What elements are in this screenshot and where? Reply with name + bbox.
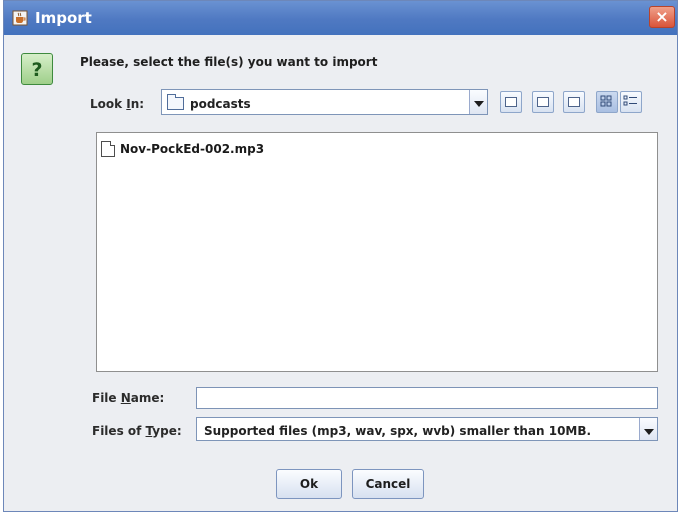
file-name-hotkey: N: [120, 391, 131, 405]
look-in-label: Look In:: [90, 97, 144, 111]
cancel-button[interactable]: Cancel: [352, 469, 424, 499]
file-type-value: Supported files (mp3, wav, spx, wvb) sma…: [204, 424, 592, 438]
look-in-label-suffix: n:: [130, 97, 145, 111]
look-in-label-prefix: Look: [90, 97, 127, 111]
file-type-label-prefix: Files of: [92, 424, 146, 438]
new-folder-button[interactable]: [563, 91, 585, 113]
folder-icon: [167, 94, 184, 110]
file-name: Nov-PockEd-002.mp3: [120, 142, 265, 156]
file-type-combo[interactable]: Supported files (mp3, wav, spx, wvb) sma…: [196, 417, 658, 441]
up-folder-button[interactable]: [500, 91, 522, 113]
home-icon: [537, 97, 549, 107]
file-icon: [101, 141, 115, 157]
look-in-combo[interactable]: podcasts: [161, 89, 488, 115]
java-cup-icon: [12, 10, 28, 26]
list-view-button[interactable]: [596, 91, 618, 113]
file-name-input[interactable]: [196, 387, 658, 409]
list-view-icon: [600, 95, 612, 107]
ok-button[interactable]: Ok: [276, 469, 342, 499]
close-button[interactable]: ×: [649, 6, 675, 28]
look-in-dropdown-arrow[interactable]: [469, 90, 487, 114]
file-name-label: File Name:: [92, 391, 164, 405]
file-type-dropdown-arrow[interactable]: [639, 418, 657, 440]
new-folder-icon: [568, 97, 580, 107]
dialog-prompt: Please, select the file(s) you want to i…: [80, 55, 378, 69]
window-title: Import: [35, 9, 92, 27]
up-folder-icon: [505, 97, 517, 107]
home-button[interactable]: [532, 91, 554, 113]
import-dialog: Import × ? Please, select the file(s) yo…: [3, 0, 678, 512]
title-bar: Import ×: [4, 1, 677, 35]
file-list[interactable]: Nov-PockEd-002.mp3: [96, 132, 658, 372]
file-name-label-suffix: ame:: [130, 391, 165, 405]
file-name-label-prefix: File: [92, 391, 121, 405]
file-item[interactable]: Nov-PockEd-002.mp3: [101, 139, 264, 159]
look-in-value: podcasts: [190, 97, 251, 111]
file-type-label-suffix: ype:: [152, 424, 182, 438]
details-view-button[interactable]: [620, 91, 642, 113]
question-icon: ?: [21, 53, 53, 85]
file-type-label: Files of Type:: [92, 424, 182, 438]
details-view-icon: [623, 95, 637, 106]
